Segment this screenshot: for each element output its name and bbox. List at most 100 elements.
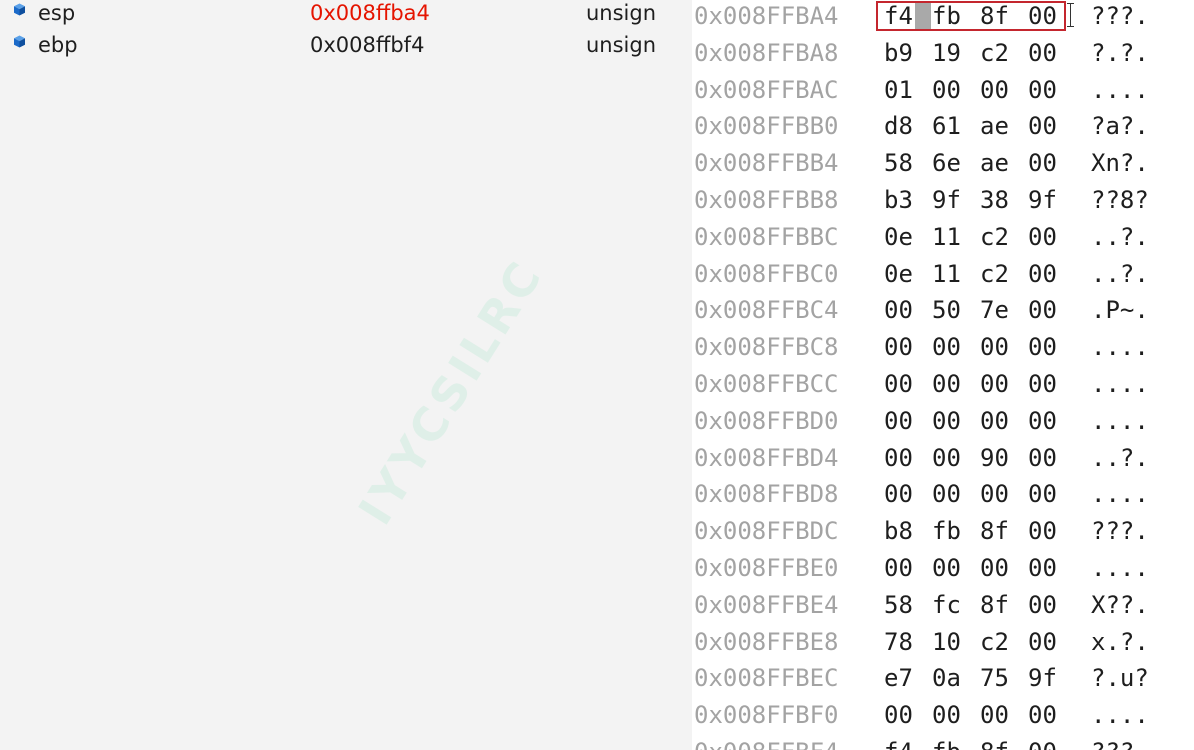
memory-byte[interactable]: 00 (980, 699, 1009, 731)
memory-byte[interactable]: 00 (932, 331, 961, 363)
memory-byte[interactable]: f4 (884, 736, 913, 750)
memory-byte[interactable]: 10 (932, 626, 961, 658)
memory-byte[interactable]: b8 (884, 515, 913, 547)
memory-row[interactable]: 0x008FFBEC e7 0a 75 9f ?.u? (692, 662, 1194, 699)
memory-byte[interactable]: 00 (1028, 37, 1057, 69)
memory-byte[interactable]: b9 (884, 37, 913, 69)
memory-row[interactable]: 0x008FFBF4 f4 fb 8f 00???. (692, 736, 1194, 750)
memory-byte[interactable]: 8f (980, 515, 1009, 547)
memory-byte[interactable]: 00 (1028, 478, 1057, 510)
memory-byte[interactable]: 00 (932, 442, 961, 474)
memory-byte[interactable]: 61 (932, 110, 961, 142)
memory-byte[interactable]: 0e (884, 221, 913, 253)
memory-row[interactable]: 0x008FFBC8 00 00 00 00.... (692, 331, 1194, 368)
memory-row[interactable]: 0x008FFBA4 f4 fb 8f 00???. (692, 0, 1194, 37)
memory-byte[interactable]: 01 (884, 74, 913, 106)
memory-byte[interactable]: 58 (884, 589, 913, 621)
memory-byte[interactable]: 00 (1028, 147, 1057, 179)
memory-byte[interactable]: 00 (884, 294, 913, 326)
memory-row[interactable]: 0x008FFBBC 0e 11 c2 00..?. (692, 221, 1194, 258)
memory-byte[interactable]: 00 (932, 699, 961, 731)
memory-byte[interactable]: 00 (1028, 405, 1057, 437)
memory-byte[interactable]: fb (932, 0, 961, 32)
memory-pane[interactable]: 0x008FFBA4 f4 fb 8f 00???. 0x008FFBA8 b9 19 c2 00… (692, 0, 1194, 750)
memory-byte[interactable]: c2 (980, 37, 1009, 69)
memory-byte[interactable]: 00 (1028, 368, 1057, 400)
memory-byte[interactable]: ae (980, 147, 1009, 179)
memory-byte[interactable]: 00 (932, 74, 961, 106)
memory-row[interactable]: 0x008FFBA8 b9 19 c2 00?.?. (692, 37, 1194, 74)
memory-byte[interactable]: 00 (884, 331, 913, 363)
memory-byte[interactable]: 00 (1028, 736, 1057, 750)
memory-row[interactable]: 0x008FFBCC 00 00 00 00.... (692, 368, 1194, 405)
memory-byte[interactable]: ae (980, 110, 1009, 142)
memory-byte[interactable]: 00 (1028, 294, 1057, 326)
memory-row[interactable]: 0x008FFBE0 00 00 00 00.... (692, 552, 1194, 589)
memory-byte[interactable]: 8f (980, 736, 1009, 750)
memory-byte[interactable]: e7 (884, 662, 913, 694)
memory-row[interactable]: 0x008FFBF0 00 00 00 00.... (692, 699, 1194, 736)
memory-byte[interactable]: 11 (932, 221, 961, 253)
memory-byte[interactable]: 00 (980, 478, 1009, 510)
memory-byte[interactable]: 00 (884, 699, 913, 731)
memory-byte[interactable]: 11 (932, 258, 961, 290)
memory-byte[interactable]: 00 (1028, 74, 1057, 106)
memory-byte[interactable]: 00 (1028, 699, 1057, 731)
watch-row-esp[interactable]: esp 0x008ffba4 unsign (0, 0, 680, 32)
memory-byte[interactable]: 00 (884, 442, 913, 474)
memory-byte[interactable]: 00 (1028, 626, 1057, 658)
memory-row[interactable]: 0x008FFBE4 58 fc 8f 00 X??. (692, 589, 1194, 626)
memory-byte[interactable]: 00 (980, 552, 1009, 584)
memory-byte[interactable]: 00 (1028, 258, 1057, 290)
memory-byte[interactable]: 00 (1028, 221, 1057, 253)
memory-byte[interactable]: 58 (884, 147, 913, 179)
memory-row[interactable]: 0x008FFBC4 00 50 7e 00 .P~. (692, 294, 1194, 331)
memory-byte[interactable]: c2 (980, 221, 1009, 253)
memory-byte[interactable]: 0e (884, 258, 913, 290)
memory-row[interactable]: 0x008FFBD4 00 00 90 00..?. (692, 442, 1194, 479)
memory-byte[interactable]: c2 (980, 258, 1009, 290)
memory-byte[interactable]: 8f (980, 589, 1009, 621)
memory-byte[interactable]: 90 (980, 442, 1009, 474)
memory-byte[interactable]: 7e (980, 294, 1009, 326)
memory-row[interactable]: 0x008FFBD8 00 00 00 00.... (692, 478, 1194, 515)
memory-byte[interactable]: f4 (884, 0, 913, 32)
memory-row[interactable]: 0x008FFBB4 58 6e ae 00 Xn?. (692, 147, 1194, 184)
memory-byte[interactable]: 78 (884, 626, 913, 658)
pane-splitter[interactable] (680, 0, 692, 750)
memory-row[interactable]: 0x008FFBAC 01 00 00 00.... (692, 74, 1194, 111)
memory-byte[interactable]: 00 (932, 368, 961, 400)
memory-byte[interactable]: 9f (1028, 662, 1057, 694)
memory-byte[interactable]: fc (932, 589, 961, 621)
memory-byte[interactable]: 00 (980, 74, 1009, 106)
memory-row[interactable]: 0x008FFBE8 78 10 c2 00 x.?. (692, 626, 1194, 663)
watch-row-ebp[interactable]: ebp 0x008ffbf4 unsign (0, 32, 680, 64)
memory-byte[interactable]: 38 (980, 184, 1009, 216)
memory-byte[interactable]: 00 (1028, 331, 1057, 363)
memory-byte[interactable]: 00 (884, 405, 913, 437)
memory-byte[interactable]: fb (932, 736, 961, 750)
memory-row[interactable]: 0x008FFBC0 0e 11 c2 00..?. (692, 258, 1194, 295)
memory-row[interactable]: 0x008FFBB0 d8 61 ae 00 ?a?. (692, 110, 1194, 147)
memory-row[interactable]: 0x008FFBDC b8 fb 8f 00???. (692, 515, 1194, 552)
memory-byte[interactable]: 00 (884, 368, 913, 400)
memory-byte[interactable]: 6e (932, 147, 961, 179)
memory-byte[interactable]: 9f (932, 184, 961, 216)
memory-byte[interactable]: 9f (1028, 184, 1057, 216)
memory-byte[interactable]: 8f (980, 0, 1009, 32)
watch-value[interactable]: 0x008ffba4 (310, 0, 430, 26)
memory-byte[interactable]: 19 (932, 37, 961, 69)
memory-byte[interactable]: 00 (1028, 110, 1057, 142)
memory-byte[interactable]: d8 (884, 110, 913, 142)
memory-byte[interactable]: 00 (980, 368, 1009, 400)
memory-byte[interactable]: 00 (1028, 589, 1057, 621)
memory-byte[interactable]: 00 (884, 552, 913, 584)
memory-byte[interactable]: 00 (1028, 515, 1057, 547)
memory-byte[interactable]: 00 (1028, 442, 1057, 474)
memory-byte[interactable]: 00 (932, 478, 961, 510)
memory-byte[interactable]: 0a (932, 662, 961, 694)
memory-byte[interactable]: 00 (932, 405, 961, 437)
memory-byte[interactable]: 75 (980, 662, 1009, 694)
memory-byte[interactable]: 00 (884, 478, 913, 510)
memory-byte[interactable]: 00 (1028, 552, 1057, 584)
